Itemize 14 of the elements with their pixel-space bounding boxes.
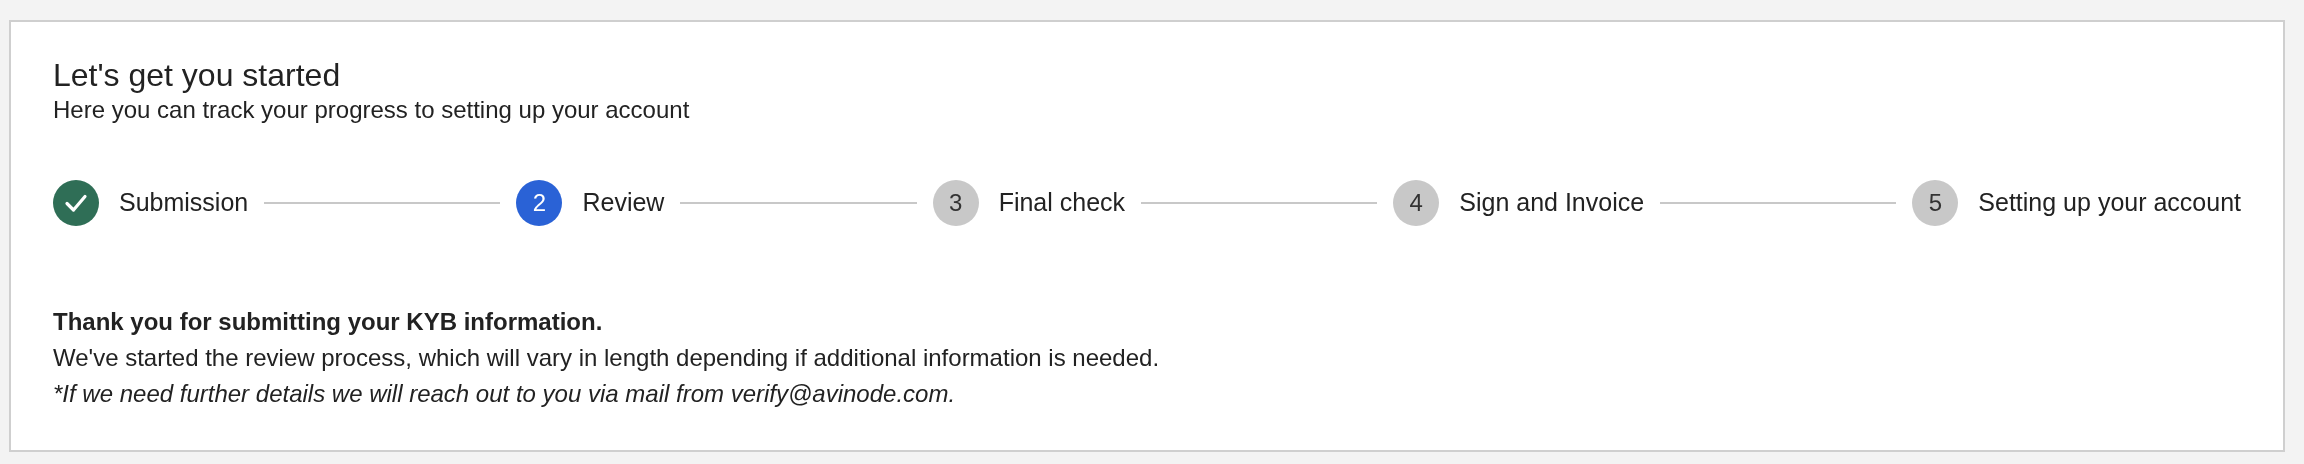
step-number: 2: [516, 179, 563, 226]
message-heading: Thank you for submitting your KYB information.: [53, 306, 604, 337]
page-title: Let's get you started: [53, 56, 342, 95]
message-text: We've started the review process, which will vary in length depending if additional information is needed.: [53, 342, 1161, 373]
step-label: Sign and Invoice: [1459, 186, 1645, 218]
step-number: 4: [1393, 179, 1440, 226]
step-label: Final check: [998, 186, 1126, 218]
page-subtitle: Here you can track your progress to setting up your account: [53, 95, 691, 126]
step-label: Submission: [119, 186, 249, 218]
step-label: Setting up your account: [1978, 186, 2241, 218]
step-label: Review: [582, 186, 665, 218]
step-number: 3: [932, 179, 979, 226]
message-note: *If we need further details we will reach out to you via mail from verify@avinode.com.: [53, 378, 957, 409]
step-number: 5: [1912, 179, 1959, 226]
